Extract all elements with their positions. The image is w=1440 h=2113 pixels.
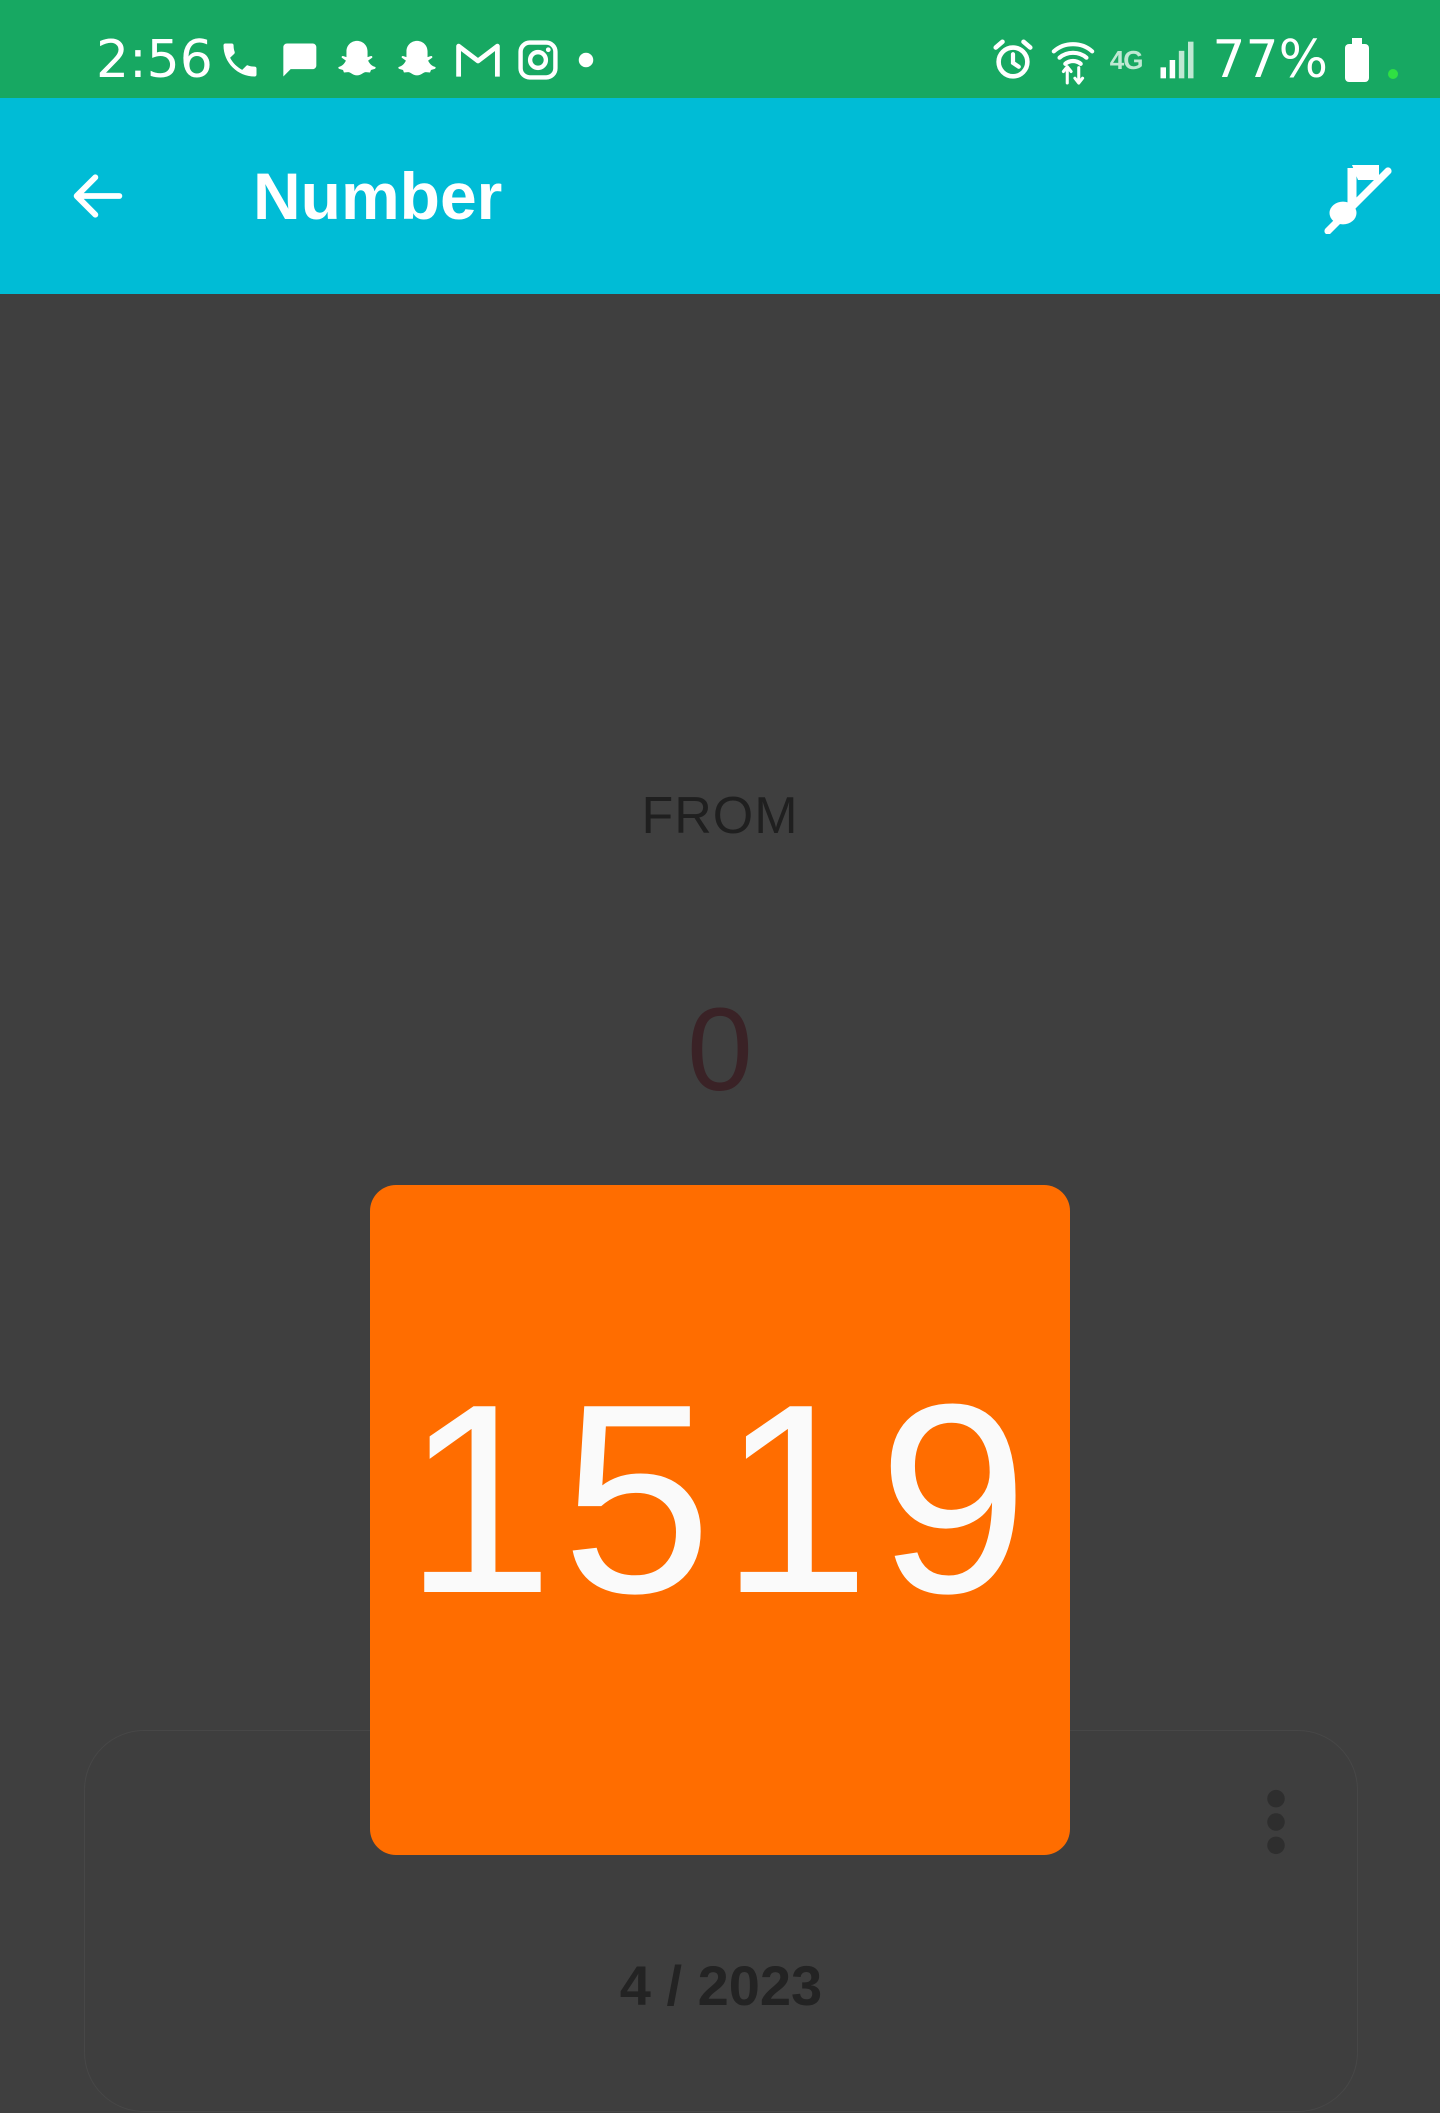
number-card[interactable]: 1519: [370, 1185, 1070, 1855]
system-icons: 4G 77%: [976, 30, 1400, 90]
app-bar: Number: [0, 98, 1440, 294]
page-title: Number: [253, 159, 503, 233]
notification-icons: [218, 34, 612, 86]
wifi-icon: [1050, 35, 1096, 85]
battery-percent: 77%: [1212, 30, 1328, 90]
more-options-button[interactable]: [1261, 1787, 1291, 1857]
status-bar: 2:56 4G 77%: [0, 0, 1440, 98]
sound-toggle-button[interactable]: [1322, 156, 1394, 235]
arrow-left-icon: [73, 174, 123, 218]
snapchat-icon: [334, 37, 380, 83]
battery-icon: [1342, 36, 1372, 84]
music-note-off-icon: [1324, 165, 1392, 235]
current-number: 1519: [403, 1349, 1037, 1650]
phone-icon: [218, 38, 262, 82]
status-time: 2:56: [96, 30, 213, 90]
privacy-dot-icon: [1386, 36, 1400, 84]
lte-icon: 4G: [1109, 44, 1144, 76]
alarm-icon: [990, 37, 1036, 83]
from-value: 0: [687, 984, 753, 1116]
date-label: 4 / 2023: [619, 1954, 823, 2017]
gmail-icon: [454, 38, 502, 82]
signal-icon: [1156, 38, 1198, 82]
instagram-icon: [516, 38, 560, 82]
from-label: FROM: [641, 787, 799, 845]
snapchat-icon: [394, 37, 440, 83]
more-vertical-icon: [1267, 1789, 1285, 1855]
dot-icon: [574, 38, 598, 82]
message-icon: [276, 38, 320, 82]
network-type: 4G: [1109, 44, 1144, 75]
back-button[interactable]: [66, 164, 130, 228]
